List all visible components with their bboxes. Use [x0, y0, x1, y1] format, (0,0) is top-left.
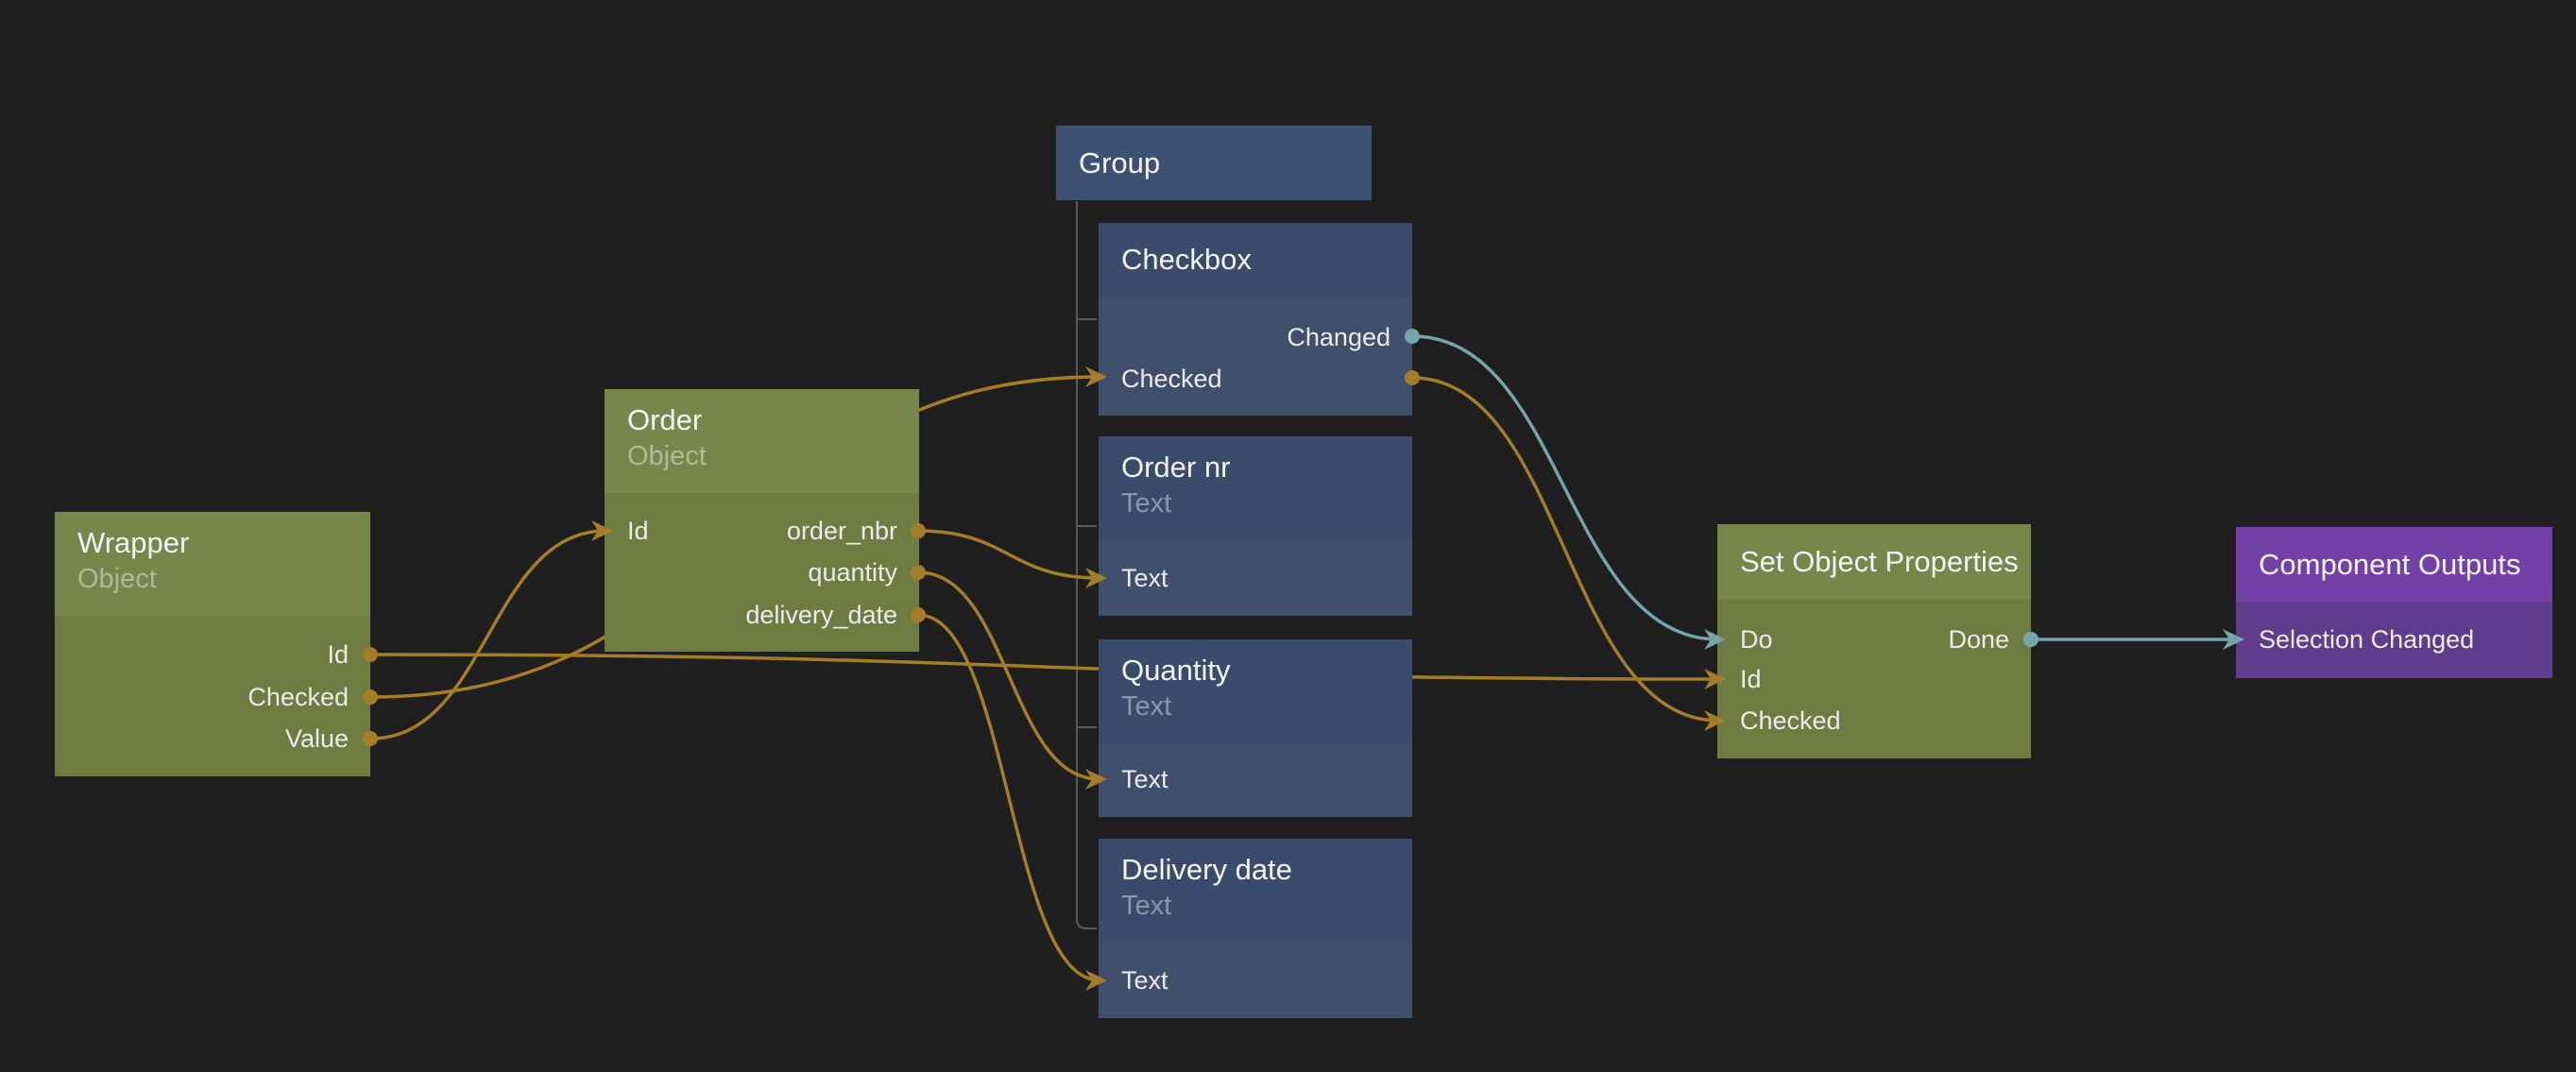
node-header: Checkbox: [1099, 223, 1412, 297]
node-order-nr[interactable]: Order nr Text Text: [1099, 436, 1412, 616]
output-label-checked: Checked: [247, 683, 349, 711]
input-label-text: Text: [1121, 564, 1169, 592]
wire-wrapper-value-to-order-id[interactable]: [370, 531, 606, 739]
node-header: Group: [1056, 126, 1372, 200]
input-label-selection-changed: Selection Changed: [2259, 625, 2474, 654]
node-subtitle: Text: [1121, 487, 1390, 519]
node-subtitle: Object: [627, 440, 896, 472]
node-quantity[interactable]: Quantity Text Text: [1099, 639, 1412, 817]
node-header: Component Outputs: [2236, 527, 2552, 602]
node-title: Set Object Properties: [1740, 544, 2019, 580]
group-tree-line: [1077, 201, 1097, 928]
input-label-id: Id: [1740, 665, 1762, 693]
node-graph-canvas[interactable]: Wrapper Object Id Checked Value Order Ob…: [0, 0, 2576, 1072]
node-subtitle: Text: [1121, 690, 1390, 723]
output-label-id: Id: [327, 640, 349, 669]
node-subtitle: Object: [77, 563, 348, 595]
node-title: Group: [1079, 145, 1160, 181]
node-set-object-properties[interactable]: Set Object Properties Do Done Id Checked: [1717, 524, 2031, 758]
node-title: Component Outputs: [2259, 547, 2520, 583]
node-delivery-date[interactable]: Delivery date Text Text: [1099, 839, 1412, 1018]
node-title: Order nr: [1121, 450, 1390, 485]
output-label-value: Value: [285, 724, 349, 753]
input-label-id: Id: [627, 517, 649, 545]
output-label-done: Done: [1948, 625, 2009, 654]
wire-order-nbr-to-ordernr-text[interactable]: [918, 531, 1100, 578]
output-label-order-nbr: order_nbr: [787, 517, 897, 545]
node-subtitle: Text: [1121, 890, 1390, 922]
node-header: Order nr Text: [1099, 436, 1412, 540]
node-header: Delivery date Text: [1099, 839, 1412, 943]
wire-delivery-date-to-delivery-text[interactable]: [918, 615, 1100, 980]
input-label-text: Text: [1121, 765, 1169, 793]
output-label-changed: Changed: [1287, 323, 1390, 351]
node-title: Order: [627, 402, 896, 438]
node-header: Set Object Properties: [1717, 524, 2031, 600]
node-title: Quantity: [1121, 653, 1390, 689]
node-component-outputs[interactable]: Component Outputs Selection Changed: [2236, 527, 2552, 678]
wire-checkbox-changed-to-sop-do[interactable]: [1412, 336, 1719, 639]
input-label-checked: Checked: [1740, 706, 1841, 735]
node-header: Quantity Text: [1099, 639, 1412, 743]
output-label-delivery-date: delivery_date: [745, 601, 897, 629]
node-title: Checkbox: [1121, 242, 1252, 278]
node-title: Wrapper: [77, 525, 348, 561]
node-group[interactable]: Group: [1056, 126, 1372, 200]
node-wrapper[interactable]: Wrapper Object Id Checked Value: [55, 512, 370, 776]
wire-checkbox-checked-to-sop-checked[interactable]: [1412, 378, 1719, 721]
node-title: Delivery date: [1121, 852, 1390, 888]
wire-quantity-to-quantity-text[interactable]: [918, 572, 1100, 779]
node-order[interactable]: Order Object Id order_nbr quantity deliv…: [605, 389, 919, 652]
wire-wrapper-id-to-sop-id[interactable]: [370, 655, 1719, 679]
node-header: Wrapper Object: [55, 512, 370, 616]
input-label-do: Do: [1740, 625, 1773, 654]
node-checkbox[interactable]: Checkbox Changed Checked: [1099, 223, 1412, 416]
node-header: Order Object: [605, 389, 919, 493]
output-label-quantity: quantity: [808, 558, 897, 587]
input-label-checked: Checked: [1121, 365, 1222, 393]
input-label-text: Text: [1121, 966, 1169, 995]
